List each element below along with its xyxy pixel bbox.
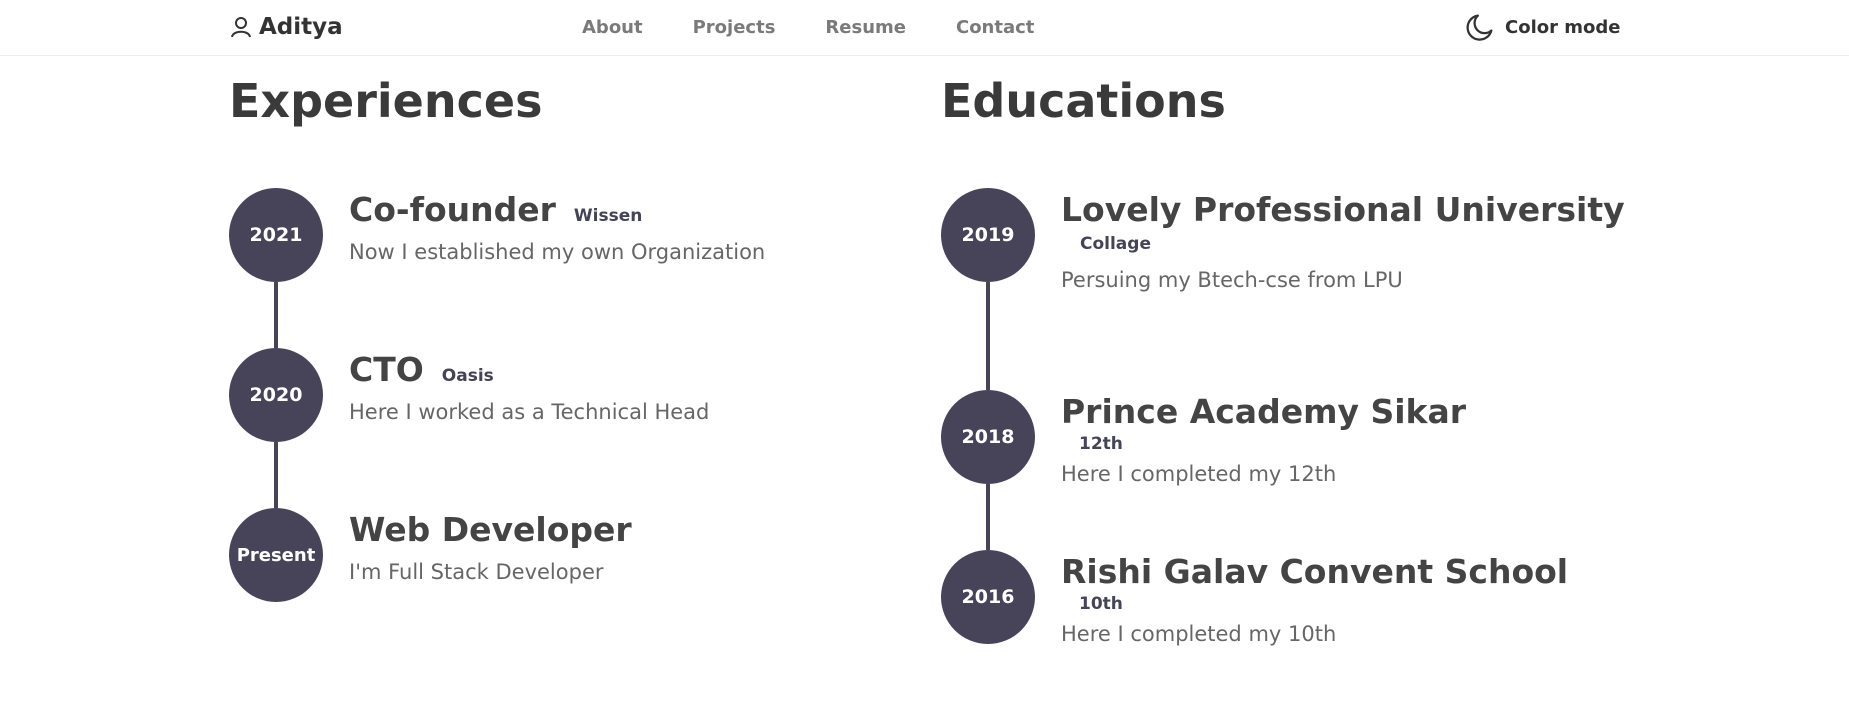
experience-desc: I'm Full Stack Developer xyxy=(349,560,604,584)
nav-resume[interactable]: Resume xyxy=(825,17,906,38)
education-desc: Here I completed my 12th xyxy=(1061,462,1337,486)
year-badge: 2020 xyxy=(229,348,323,442)
year-badge: 2018 xyxy=(941,390,1035,484)
educations-title: Educations xyxy=(941,74,1226,128)
moon-icon xyxy=(1466,14,1493,41)
experience-title: Web Developer xyxy=(349,510,632,549)
experience-title: CTO xyxy=(349,350,424,389)
education-title: Prince Academy Sikar xyxy=(1061,392,1467,431)
year-badge: 2019 xyxy=(941,188,1035,282)
timeline-connector xyxy=(274,282,278,348)
education-type: Collage xyxy=(1080,234,1151,254)
education-desc: Here I completed my 10th xyxy=(1061,622,1337,646)
brand-name: Aditya xyxy=(259,14,343,40)
color-mode-label: Color mode xyxy=(1505,16,1621,38)
education-content: Prince Academy Sikar 12th Here I complet… xyxy=(1061,390,1466,486)
education-content: Lovely Professional University Collage P… xyxy=(1061,188,1625,292)
education-desc: Persuing my Btech-cse from LPU xyxy=(1061,268,1403,292)
nav-links: About Projects Resume Contact xyxy=(582,17,1084,38)
year-badge: Present xyxy=(229,508,323,602)
nav-projects[interactable]: Projects xyxy=(693,17,776,38)
nav-about[interactable]: About xyxy=(582,17,643,38)
education-type: 10th xyxy=(1079,594,1123,614)
experience-desc: Now I established my own Organization xyxy=(349,240,766,264)
year-badge: 2021 xyxy=(229,188,323,282)
experiences-title: Experiences xyxy=(229,74,543,128)
timeline-connector xyxy=(986,484,990,550)
year-badge: 2016 xyxy=(941,550,1035,644)
education-content: Rishi Galav Convent School 10th Here I c… xyxy=(1061,550,1568,646)
experience-org: Oasis xyxy=(441,366,494,386)
experience-content: Co-founder Wissen Now I established my o… xyxy=(349,188,765,264)
brand-link[interactable]: Aditya xyxy=(229,14,343,40)
color-mode-toggle[interactable]: Color mode xyxy=(1463,10,1620,44)
experience-org: Wissen xyxy=(573,206,643,226)
timeline-connector xyxy=(986,282,990,390)
experience-content: Web Developer I'm Full Stack Developer xyxy=(349,508,632,584)
user-icon xyxy=(231,17,251,38)
experience-content: CTO Oasis Here I worked as a Technical H… xyxy=(349,348,709,424)
education-title: Rishi Galav Convent School xyxy=(1061,552,1569,591)
experience-desc: Here I worked as a Technical Head xyxy=(349,400,710,424)
timeline-connector xyxy=(274,442,278,508)
education-title: Lovely Professional University xyxy=(1061,190,1625,229)
navbar: Aditya About Projects Resume Contact Col… xyxy=(0,0,1849,56)
education-type: 12th xyxy=(1079,434,1123,454)
nav-contact[interactable]: Contact xyxy=(956,17,1034,38)
experience-title: Co-founder xyxy=(349,190,556,229)
